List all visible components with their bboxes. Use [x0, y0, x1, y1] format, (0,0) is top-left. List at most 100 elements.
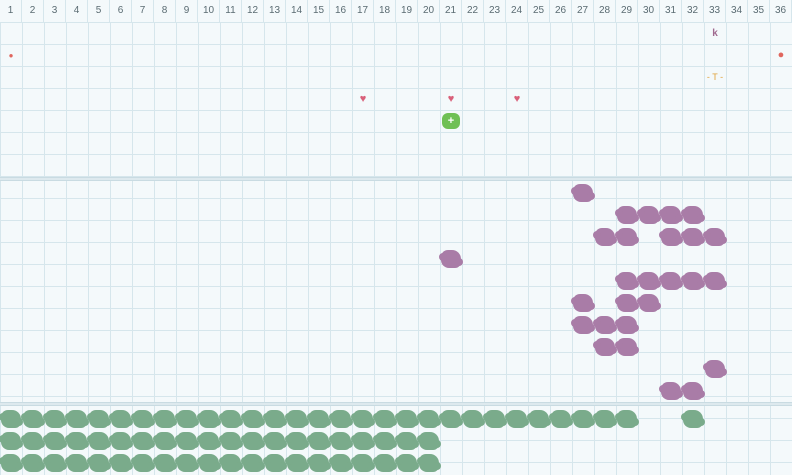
enemy-unit[interactable]	[615, 316, 639, 334]
key-icon[interactable]: k	[704, 28, 726, 39]
ally-unit[interactable]	[0, 410, 23, 428]
ally-unit[interactable]	[571, 410, 595, 428]
ally-unit[interactable]	[241, 432, 265, 450]
enemy-unit[interactable]	[439, 250, 463, 268]
ally-unit[interactable]	[439, 410, 463, 428]
enemy-unit[interactable]	[659, 228, 683, 246]
enemy-unit[interactable]	[571, 294, 595, 312]
ally-unit[interactable]	[0, 432, 23, 450]
enemy-unit[interactable]	[593, 316, 617, 334]
ally-unit[interactable]	[307, 454, 331, 472]
ally-unit[interactable]	[285, 454, 309, 472]
ally-unit[interactable]	[65, 410, 89, 428]
ally-unit[interactable]	[21, 432, 45, 450]
trap-icon[interactable]: - T -	[700, 72, 730, 83]
enemy-unit[interactable]	[571, 316, 595, 334]
enemy-unit[interactable]	[681, 382, 705, 400]
ally-unit[interactable]	[153, 410, 177, 428]
ally-unit[interactable]	[21, 454, 45, 472]
enemy-unit[interactable]	[637, 294, 661, 312]
ally-unit[interactable]	[175, 410, 199, 428]
ally-unit[interactable]	[153, 454, 177, 472]
heart-icon[interactable]: ♥	[352, 94, 374, 105]
ally-unit[interactable]	[395, 410, 419, 428]
ally-unit[interactable]	[263, 432, 287, 450]
ally-unit[interactable]	[175, 432, 199, 450]
ally-unit[interactable]	[175, 454, 199, 472]
ally-unit[interactable]	[43, 410, 67, 428]
enemy-unit[interactable]	[681, 228, 705, 246]
heart-icon[interactable]: ♥	[506, 94, 528, 105]
player-icon[interactable]: +	[442, 113, 460, 129]
enemy-unit[interactable]	[703, 272, 727, 290]
ally-unit[interactable]	[241, 454, 265, 472]
ally-unit[interactable]	[681, 410, 705, 428]
ally-unit[interactable]	[395, 432, 419, 450]
enemy-unit[interactable]	[615, 338, 639, 356]
ally-unit[interactable]	[197, 432, 221, 450]
ally-unit[interactable]	[527, 410, 551, 428]
ally-unit[interactable]	[241, 410, 265, 428]
ally-unit[interactable]	[197, 454, 221, 472]
ally-unit[interactable]	[329, 454, 353, 472]
ally-unit[interactable]	[21, 410, 45, 428]
heart-icon[interactable]: ♥	[440, 94, 462, 105]
enemy-unit[interactable]	[703, 360, 727, 378]
orb-icon[interactable]: ●	[770, 50, 792, 61]
ally-unit[interactable]	[373, 410, 397, 428]
ally-unit[interactable]	[109, 454, 133, 472]
ally-unit[interactable]	[417, 454, 441, 472]
ally-unit[interactable]	[373, 454, 397, 472]
enemy-unit[interactable]	[615, 206, 639, 224]
ally-unit[interactable]	[153, 432, 177, 450]
game-board[interactable]: 1 2 3 4 5 6 7 8 9 10 11 12 13 14 15 16 17 18 19 20 21 22 23 24 2…	[0, 0, 792, 475]
enemy-unit[interactable]	[659, 272, 683, 290]
blood-drop-icon[interactable]: ●	[0, 50, 22, 61]
ally-unit[interactable]	[65, 454, 89, 472]
ally-unit[interactable]	[593, 410, 617, 428]
ally-unit[interactable]	[395, 454, 419, 472]
ally-unit[interactable]	[263, 410, 287, 428]
ally-unit[interactable]	[505, 410, 529, 428]
ally-unit[interactable]	[43, 432, 67, 450]
ally-unit[interactable]	[461, 410, 485, 428]
ally-unit[interactable]	[329, 432, 353, 450]
ally-unit[interactable]	[131, 432, 155, 450]
enemy-unit[interactable]	[637, 206, 661, 224]
ally-unit[interactable]	[329, 410, 353, 428]
ally-unit[interactable]	[285, 432, 309, 450]
enemy-unit[interactable]	[637, 272, 661, 290]
enemy-unit[interactable]	[593, 338, 617, 356]
ally-unit[interactable]	[219, 410, 243, 428]
enemy-unit[interactable]	[681, 272, 705, 290]
ally-unit[interactable]	[263, 454, 287, 472]
ally-unit[interactable]	[307, 432, 331, 450]
ally-unit[interactable]	[0, 454, 23, 472]
ally-unit[interactable]	[351, 410, 375, 428]
ally-unit[interactable]	[197, 410, 221, 428]
ally-unit[interactable]	[307, 410, 331, 428]
ally-unit[interactable]	[131, 410, 155, 428]
ally-unit[interactable]	[483, 410, 507, 428]
enemy-unit[interactable]	[659, 382, 683, 400]
ally-unit[interactable]	[219, 432, 243, 450]
ally-unit[interactable]	[417, 410, 441, 428]
ally-unit[interactable]	[219, 454, 243, 472]
ally-unit[interactable]	[373, 432, 397, 450]
enemy-unit[interactable]	[703, 228, 727, 246]
ally-unit[interactable]	[549, 410, 573, 428]
ally-unit[interactable]	[87, 454, 111, 472]
ally-unit[interactable]	[43, 454, 67, 472]
enemy-unit[interactable]	[681, 206, 705, 224]
ally-unit[interactable]	[87, 410, 111, 428]
enemy-unit[interactable]	[571, 184, 595, 202]
ally-unit[interactable]	[615, 410, 639, 428]
ally-unit[interactable]	[351, 454, 375, 472]
enemy-unit[interactable]	[593, 228, 617, 246]
ally-unit[interactable]	[131, 454, 155, 472]
ally-unit[interactable]	[285, 410, 309, 428]
ally-unit[interactable]	[109, 410, 133, 428]
ally-unit[interactable]	[87, 432, 111, 450]
ally-unit[interactable]	[351, 432, 375, 450]
enemy-unit[interactable]	[615, 228, 639, 246]
